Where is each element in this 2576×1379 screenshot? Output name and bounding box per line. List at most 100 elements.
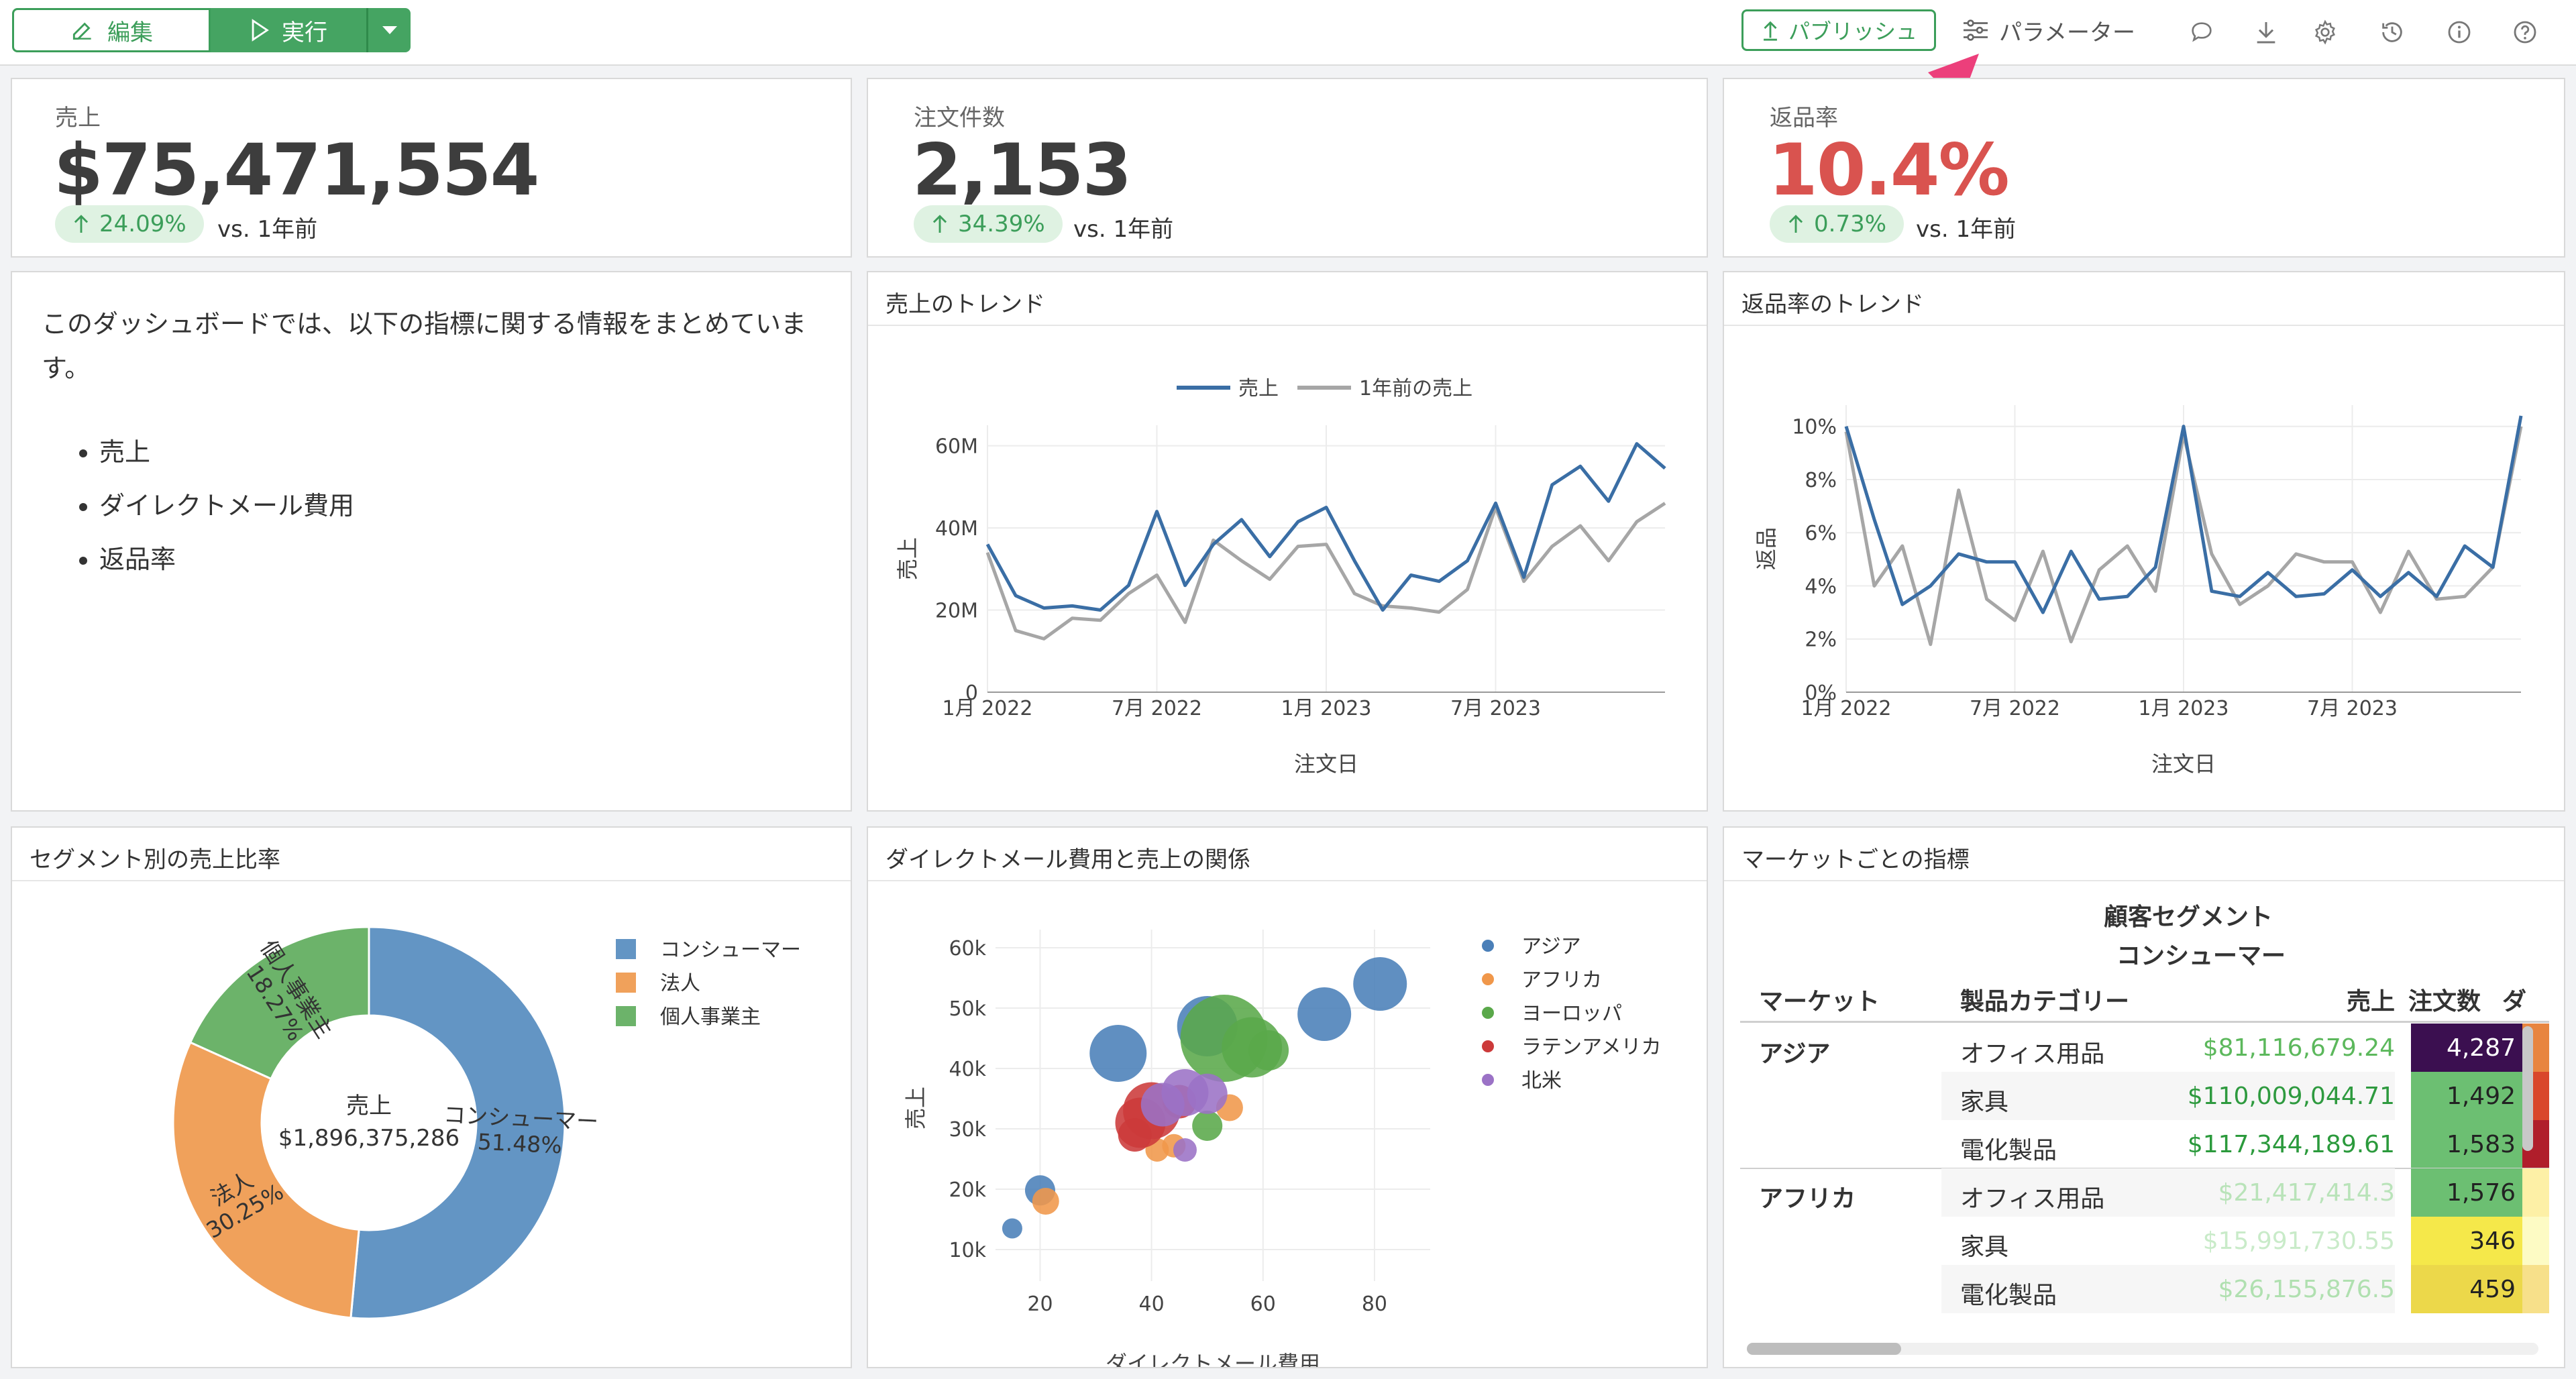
- y-tick-label: 4%: [1805, 575, 1837, 598]
- legend-label: 個人事業主: [660, 1005, 761, 1029]
- info-icon[interactable]: [2446, 19, 2473, 46]
- kpi-delta: 34.39%: [958, 211, 1045, 237]
- horizontal-scrollbar[interactable]: [1747, 1343, 2538, 1355]
- kpi-value: 2,153: [912, 129, 1132, 211]
- legend-label: ラテンアメリカ: [1521, 1036, 1662, 1059]
- y-tick-label: 40k: [949, 1058, 986, 1081]
- x-tick-label: 7月 2022: [1970, 697, 2060, 720]
- kpi-label: 注文件数: [914, 105, 1005, 131]
- extra-cell: [2522, 1168, 2549, 1217]
- description-text: このダッシュボードでは、以下の指標に関する情報をまとめています。: [42, 309, 807, 383]
- y-tick-label: 30k: [949, 1118, 986, 1142]
- legend-swatch: [616, 973, 636, 993]
- comment-icon[interactable]: [2188, 19, 2215, 46]
- x-axis-title: 注文日: [2151, 751, 2216, 777]
- column-header: 売上: [2346, 988, 2395, 1015]
- arrow-up-icon: [932, 215, 947, 233]
- x-axis-title: ダイレクトメール費用: [1106, 1351, 1320, 1367]
- scatter-point[interactable]: [1248, 1030, 1289, 1070]
- kpi-vs-label: vs. 1年前: [1073, 216, 1174, 243]
- return-trend-panel: 返品率のトレンド 0% 2% 4% 6% 8% 10% 1月 2022 7月 2022 1月 2…: [1723, 271, 2565, 812]
- scatter-point[interactable]: [1173, 1138, 1197, 1162]
- y-tick-label: 10k: [949, 1239, 986, 1262]
- legend-swatch: [616, 1006, 636, 1026]
- column-header: 製品カテゴリー: [1960, 988, 2130, 1015]
- kpi-vs-label: vs. 1年前: [217, 216, 318, 243]
- run-dropdown-button[interactable]: [366, 8, 411, 52]
- legend-label: 1年前の売上: [1359, 377, 1472, 400]
- legend-swatch: [1482, 940, 1494, 952]
- gear-icon[interactable]: [2312, 19, 2339, 46]
- sales-cell: $81,116,679.24: [2202, 1034, 2395, 1062]
- y-tick-label: 10%: [1792, 416, 1837, 439]
- x-tick-label: 7月 2022: [1112, 697, 1202, 720]
- legend-label: 売上: [1238, 377, 1279, 400]
- column-header: マーケット: [1759, 988, 1880, 1015]
- segment-donut-chart[interactable]: コンシューマー51.48%法人30.25%個人事業主18.27%売上$1,896…: [12, 883, 851, 1367]
- category-cell: オフィス用品: [1960, 1185, 2105, 1213]
- kpi-panel-return-rate: 返品率 10.4% 0.73% vs. 1年前: [1723, 78, 2565, 258]
- legend-swatch: [1482, 1074, 1494, 1086]
- kpi-label: 売上: [55, 105, 101, 131]
- kpi-value: $75,471,554: [54, 129, 539, 211]
- category-cell: 家具: [1960, 1089, 2009, 1116]
- scatter-point[interactable]: [1353, 957, 1407, 1011]
- legend-label: 法人: [660, 972, 700, 995]
- slice-value-label: 51.48%: [477, 1129, 563, 1159]
- header-divider: [1740, 1021, 2549, 1023]
- market-cell: アフリカ: [1759, 1185, 1856, 1213]
- kpi-delta: 0.73%: [1814, 211, 1887, 237]
- slice-name-label: コンシューマー: [443, 1101, 599, 1135]
- y-axis-title: 売上: [895, 537, 920, 580]
- x-tick-label: 40: [1139, 1292, 1165, 1316]
- run-button[interactable]: 実行: [211, 8, 366, 52]
- kpi-delta: 24.09%: [99, 211, 186, 237]
- parameters-button-label: パラメーター: [1999, 19, 2135, 46]
- history-icon[interactable]: [2379, 19, 2406, 46]
- kpi-delta-badge: 24.09%: [55, 205, 204, 243]
- orders-cell: 1,492: [2446, 1083, 2516, 1110]
- download-icon[interactable]: [2253, 19, 2279, 46]
- y-tick-label: 40M: [935, 517, 978, 541]
- vertical-scrollbar[interactable]: [2522, 1026, 2533, 1151]
- market-table[interactable]: 顧客セグメント コンシューマー マーケット 製品カテゴリー 売上 注文数ダアジア オフィス用…: [1740, 883, 2549, 1352]
- pie-slice[interactable]: [172, 1041, 360, 1319]
- scatter-point[interactable]: [1089, 1025, 1147, 1082]
- x-tick-label: 7月 2023: [1450, 697, 1541, 720]
- sales-cell: $21,417,414.3: [2218, 1179, 2395, 1207]
- scatter-point[interactable]: [1297, 987, 1352, 1041]
- orders-cell: 346: [2469, 1227, 2516, 1255]
- y-tick-label: 20k: [949, 1178, 986, 1202]
- play-icon: [252, 19, 269, 42]
- kpi-panel-orders: 注文件数 2,153 34.39% vs. 1年前: [867, 78, 1708, 258]
- panel-title: 売上のトレンド: [885, 291, 1045, 318]
- arrow-up-icon: [74, 215, 89, 233]
- category-cell: オフィス用品: [1960, 1040, 2105, 1068]
- return-trend-chart[interactable]: 0%2%4%6%8%10%1月 2022 7月 2022 1月 2023 7月 202…: [1724, 327, 2564, 810]
- scatter-point[interactable]: [1187, 1073, 1228, 1114]
- description-list: 売上 ダイレクトメール費用 返品率: [42, 425, 833, 586]
- x-tick-label: 20: [1027, 1292, 1053, 1316]
- list-item: 売上: [99, 425, 833, 479]
- edit-icon: [72, 22, 91, 40]
- x-tick-label: 7月 2023: [2307, 697, 2398, 720]
- edit-button[interactable]: 編集: [12, 8, 211, 52]
- dm-scatter-chart[interactable]: 10k 20k 30k 40k 50k 60k 20 40 60 80 ダイレクトメール費用 売上 アジ…: [868, 883, 1707, 1367]
- group-header: 顧客セグメント: [2103, 903, 2273, 931]
- scatter-point[interactable]: [1032, 1188, 1059, 1215]
- legend-swatch: [1482, 973, 1494, 985]
- help-icon[interactable]: [2512, 19, 2538, 46]
- sales-cell: $15,991,730.55: [2202, 1227, 2395, 1255]
- scrollbar-thumb[interactable]: [1747, 1343, 1901, 1355]
- kpi-label: 返品率: [1770, 105, 1838, 131]
- orders-cell: 459: [2469, 1276, 2516, 1303]
- scatter-point[interactable]: [1192, 1111, 1223, 1141]
- sales-trend-chart[interactable]: 020M40M60M1月 2022 7月 2022 1月 2023 7月 2023注文…: [868, 327, 1707, 810]
- category-cell: 電化製品: [1960, 1282, 2057, 1309]
- column-header: ダ: [2502, 988, 2527, 1015]
- legend-label: コンシューマー: [660, 938, 801, 962]
- arrow-up-icon: [1788, 215, 1803, 233]
- kpi-vs-label: vs. 1年前: [1916, 216, 2017, 243]
- x-tick-label: 1月 2022: [1801, 697, 1892, 720]
- scatter-point[interactable]: [1002, 1218, 1022, 1239]
